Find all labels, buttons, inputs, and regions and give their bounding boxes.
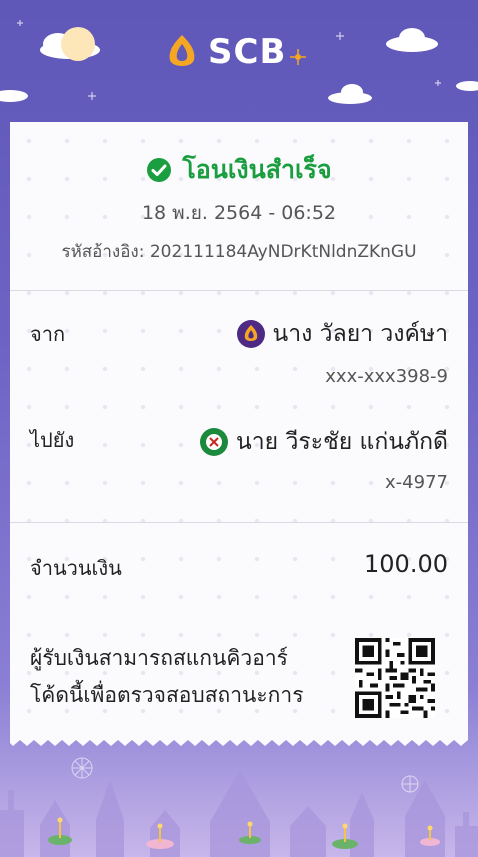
to-label: ไปยัง <box>30 428 75 452</box>
check-circle-icon <box>147 158 172 182</box>
qr-note: ผู้รับเงินสามารถสแกนคิวอาร์ โค้ดนี้เพื่อ… <box>30 640 330 714</box>
sender-account: xxx-xxx398-9 <box>325 366 448 387</box>
qr-note-line: โค้ดนี้เพื่อตรวจสอบสถานะการ <box>30 683 304 707</box>
amount-label: จำนวนเงิน <box>30 556 122 580</box>
transfer-datetime: 18 พ.ย. 2564 - 06:52 <box>141 202 337 224</box>
qr-note-line: ผู้รับเงินสามารถสแกนคิวอาร์ <box>30 646 288 670</box>
scb-bank-icon <box>236 320 265 348</box>
transfer-receipt: โอนเงินสำเร็จ 18 พ.ย. 2564 - 06:52 รหัสอ… <box>10 122 468 740</box>
success-title: โอนเงินสำเร็จ <box>182 155 332 184</box>
recipient-account: x-4977 <box>385 472 448 493</box>
from-block: นาง วัลยา วงค์ษา <box>236 316 449 352</box>
amount-value: 100.00 <box>364 550 448 578</box>
divider <box>10 522 468 523</box>
success-status: โอนเงินสำเร็จ <box>10 150 468 190</box>
to-block: นาย วีระชัย แก่นภักดี <box>200 424 448 460</box>
temple-festival-scene <box>0 757 478 857</box>
brand-name: SCB <box>208 32 287 72</box>
recipient-name: นาย วีระชัย แก่นภักดี <box>236 429 448 455</box>
sender-name: นาง วัลยา วงค์ษา <box>272 321 449 347</box>
scb-logo-icon <box>169 35 195 66</box>
scb-logo: SCB <box>164 32 307 72</box>
kbank-icon <box>200 428 229 456</box>
app-header: SCB <box>0 0 478 122</box>
reference-code: รหัสอ้างอิง: 202111184AyNDrKtNldnZKnGU <box>61 242 417 262</box>
divider <box>10 290 468 291</box>
from-label: จาก <box>30 322 66 346</box>
sparkle-icon <box>290 49 307 65</box>
verification-qr-code[interactable] <box>355 638 435 718</box>
